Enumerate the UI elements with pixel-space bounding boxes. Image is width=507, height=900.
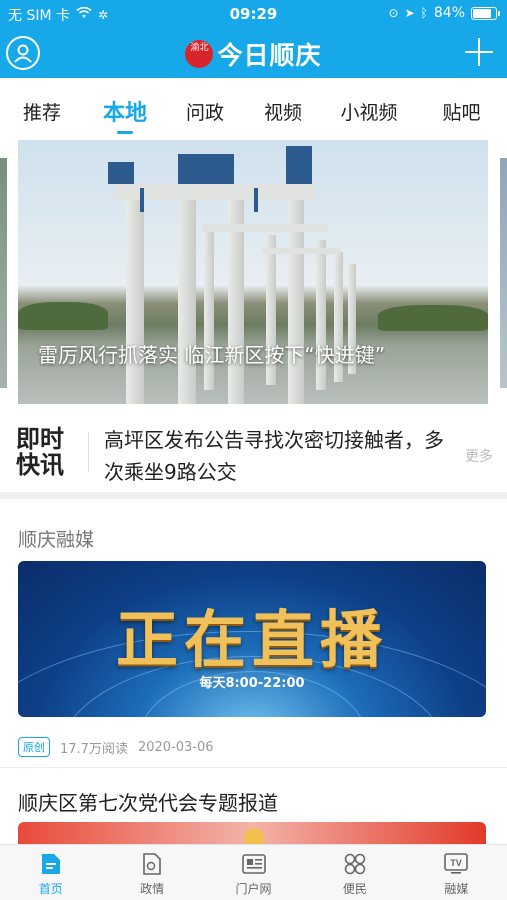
- document-icon: [101, 850, 202, 878]
- pier-cap: [202, 224, 328, 232]
- hero-carousel[interactable]: 雷厉风行抓落实 临江新区按下“快进键”: [18, 140, 488, 404]
- section-gap: [0, 492, 507, 499]
- tree-line: [378, 305, 488, 331]
- nav-label: 便民: [342, 882, 367, 896]
- live-banner-title: 正在直播: [115, 603, 388, 676]
- divider: [0, 767, 507, 768]
- live-banner-hours: 每天8:00-22:00: [199, 676, 305, 691]
- pier-cap: [114, 184, 314, 200]
- construction-rig: [108, 162, 134, 184]
- tab-2[interactable]: 问政: [166, 78, 244, 138]
- original-badge: 原创: [18, 737, 50, 757]
- tab-5[interactable]: 贴吧: [416, 78, 507, 138]
- tab-label: 贴吧: [442, 102, 481, 124]
- nav-item-0[interactable]: 首页: [0, 845, 101, 900]
- tab-label: 问政: [185, 102, 224, 124]
- construction-rig: [254, 188, 258, 212]
- hero-caption: 雷厉风行抓落实 临江新区按下“快进键”: [38, 343, 386, 367]
- pier-cap: [262, 248, 340, 254]
- flash-headline[interactable]: 高坪区发布公告寻找次密切接触者，多次乘坐9路公交: [104, 424, 444, 488]
- app-name: 今日顺庆: [217, 41, 322, 70]
- channel-tabs: 推荐 本地 问政 视频 小视频 贴吧: [0, 78, 507, 138]
- nav-item-3[interactable]: 便民: [304, 845, 405, 900]
- nav-label: 融媒: [444, 882, 469, 896]
- news-icon: [203, 850, 304, 878]
- tab-label: 视频: [263, 102, 302, 124]
- bottom-nav: 首页 政情 门户网 便民 TV 融媒: [0, 844, 507, 900]
- battery-percent: 84%: [433, 5, 465, 21]
- tree-line: [18, 302, 108, 330]
- bridge-pillar: [178, 200, 196, 404]
- read-count: 17.7万阅读: [60, 741, 128, 757]
- bluetooth-icon: ᛒ: [420, 6, 428, 20]
- topic-banner[interactable]: [18, 822, 486, 848]
- tv-icon: TV: [406, 850, 507, 878]
- construction-rig: [286, 146, 312, 184]
- topic-title[interactable]: 顺庆区第七次党代会专题报道: [18, 787, 278, 816]
- location-icon: ➤: [404, 6, 415, 20]
- bridge-pillar: [126, 200, 144, 404]
- active-tab-indicator: [117, 131, 133, 134]
- tab-label: 小视频: [340, 102, 398, 124]
- flash-logo-line2: 快讯: [16, 451, 64, 479]
- grid-icon: [304, 850, 405, 878]
- nav-item-4[interactable]: TV 融媒: [406, 845, 507, 900]
- tab-label: 推荐: [22, 102, 61, 124]
- publish-date: 2020-03-06: [137, 739, 214, 755]
- tab-1[interactable]: 本地: [84, 78, 166, 138]
- tab-4[interactable]: 小视频: [322, 78, 416, 138]
- flash-news-logo: 即时 快讯: [16, 426, 78, 478]
- tab-0[interactable]: 推荐: [0, 78, 84, 138]
- app-header: 渝北 今日顺庆: [0, 28, 507, 78]
- nav-label: 政情: [140, 882, 165, 896]
- divider: [88, 432, 89, 472]
- logo-seal: 渝北: [185, 40, 214, 68]
- flash-logo-line1: 即时: [16, 425, 64, 453]
- nav-item-1[interactable]: 政情: [101, 845, 202, 900]
- article-meta: 原创 17.7万阅读 2020-03-06: [18, 737, 214, 757]
- construction-rig: [140, 188, 144, 212]
- flash-news[interactable]: 即时 快讯 高坪区发布公告寻找次密切接触者，多次乘坐9路公交 更多: [0, 404, 507, 492]
- tab-label: 本地: [102, 101, 147, 126]
- nav-label: 门户网: [235, 882, 272, 896]
- app-logo: 渝北 今日顺庆: [0, 36, 507, 72]
- add-button[interactable]: [465, 38, 493, 66]
- home-icon: [0, 850, 101, 878]
- live-banner[interactable]: 正在直播 每天8:00-22:00: [18, 561, 486, 717]
- status-bar: 无 SIM 卡 ✲ 09:29 ⊙ ➤ ᛒ 84%: [0, 0, 507, 28]
- construction-rig: [178, 154, 234, 184]
- nav-item-2[interactable]: 门户网: [203, 845, 304, 900]
- tab-3[interactable]: 视频: [244, 78, 322, 138]
- svg-text:TV: TV: [451, 858, 463, 868]
- next-slide-peek[interactable]: [500, 158, 507, 388]
- lock-rotation-icon: ⊙: [388, 6, 399, 20]
- section-title: 顺庆融媒: [18, 529, 95, 551]
- more-link[interactable]: 更多: [465, 446, 493, 466]
- prev-slide-peek[interactable]: [0, 158, 7, 388]
- nav-label: 首页: [38, 882, 63, 896]
- battery-icon: [471, 6, 500, 20]
